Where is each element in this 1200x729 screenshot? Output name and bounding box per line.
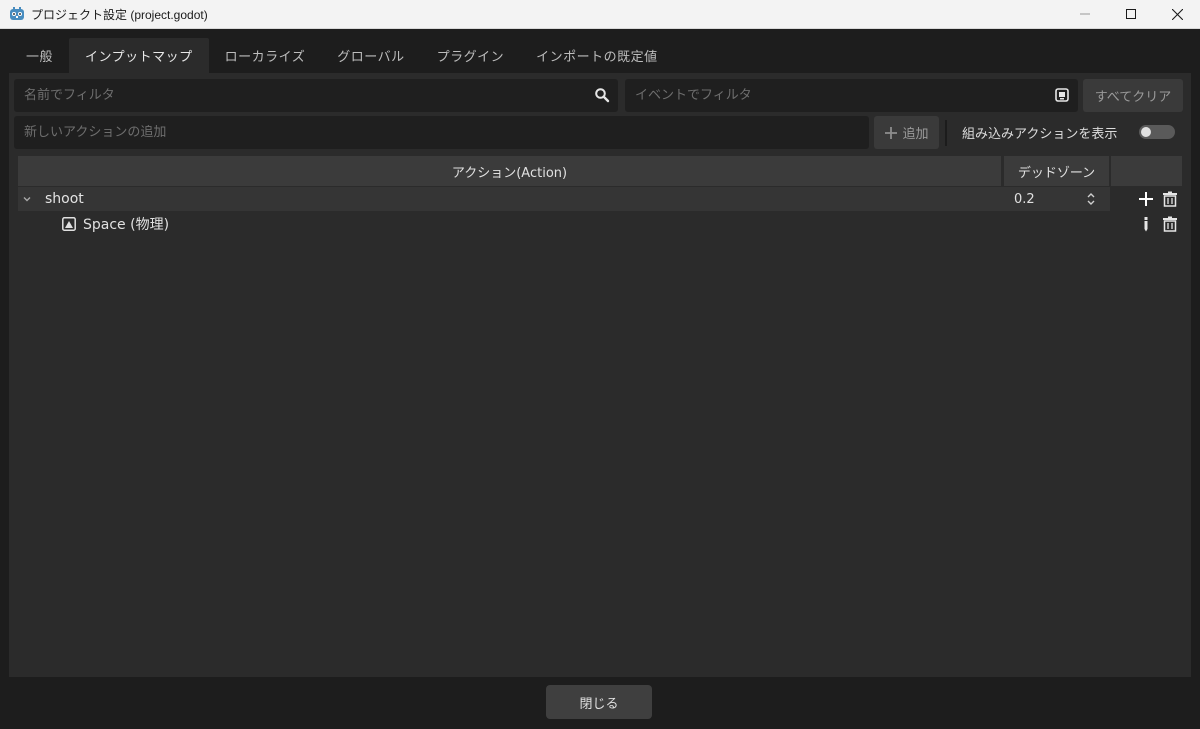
tab-import-defaults[interactable]: インポートの既定値 bbox=[520, 38, 674, 73]
tab-input-map[interactable]: インプットマップ bbox=[69, 38, 209, 73]
name-filter-field[interactable] bbox=[14, 79, 618, 112]
clear-all-button[interactable]: すべてクリア bbox=[1083, 79, 1183, 112]
edit-event-button[interactable] bbox=[1137, 215, 1155, 233]
close-dialog-button[interactable]: 閉じる bbox=[546, 685, 652, 719]
tab-localization[interactable]: ローカライズ bbox=[209, 38, 322, 73]
godot-app-icon bbox=[10, 7, 24, 20]
toolbar-separator bbox=[945, 120, 947, 146]
add-event-button[interactable] bbox=[1137, 190, 1155, 208]
event-filter-input[interactable] bbox=[635, 88, 1078, 103]
trash-icon bbox=[1163, 216, 1177, 232]
action-name[interactable]: shoot bbox=[45, 187, 84, 211]
window-controls bbox=[1062, 0, 1200, 28]
trash-icon bbox=[1163, 191, 1177, 207]
maximize-button[interactable] bbox=[1108, 0, 1154, 28]
title-bar: プロジェクト設定 (project.godot) bbox=[0, 0, 1200, 29]
event-type-icon-cell bbox=[62, 212, 76, 236]
plus-icon bbox=[885, 126, 898, 139]
column-header-buttons bbox=[1111, 156, 1182, 186]
tab-bar: 一般 インプットマップ ローカライズ グローバル プラグイン インポートの既定値 bbox=[0, 29, 1200, 73]
add-action-button[interactable]: 追加 bbox=[874, 116, 939, 149]
close-window-button[interactable] bbox=[1154, 0, 1200, 28]
new-action-input[interactable] bbox=[24, 125, 869, 140]
new-action-field[interactable] bbox=[14, 116, 869, 149]
keyboard-physical-icon bbox=[62, 217, 76, 231]
show-builtin-label: 組み込みアクションを表示 bbox=[962, 127, 1118, 142]
plus-icon bbox=[1139, 192, 1153, 206]
event-filter-field[interactable] bbox=[625, 79, 1078, 112]
keyboard-listen-icon[interactable] bbox=[1054, 87, 1070, 103]
deadzone-spinbox[interactable]: 0.2 bbox=[1014, 187, 1098, 211]
tree-header: アクション(Action) デッドゾーン bbox=[18, 156, 1182, 186]
minimize-icon bbox=[1080, 13, 1090, 15]
tab-general[interactable]: 一般 bbox=[10, 38, 69, 73]
column-header-deadzone: デッドゾーン bbox=[1004, 156, 1109, 186]
column-header-action: アクション(Action) bbox=[18, 156, 1001, 186]
toggle-knob bbox=[1141, 127, 1151, 137]
minimize-button[interactable] bbox=[1062, 0, 1108, 28]
spin-arrows-icon[interactable] bbox=[1086, 192, 1096, 206]
window-title: プロジェクト設定 (project.godot) bbox=[31, 7, 208, 22]
name-filter-input[interactable] bbox=[24, 88, 618, 103]
remove-action-button[interactable] bbox=[1161, 190, 1179, 208]
chevron-down-icon bbox=[23, 197, 31, 202]
event-row[interactable]: Space (物理) bbox=[18, 212, 1182, 236]
close-icon bbox=[1171, 8, 1183, 20]
action-row[interactable]: shoot 0.2 bbox=[18, 187, 1182, 211]
tab-globals[interactable]: グローバル bbox=[321, 38, 420, 73]
event-label[interactable]: Space (物理) bbox=[83, 212, 169, 236]
search-icon bbox=[595, 88, 610, 103]
deadzone-value[interactable]: 0.2 bbox=[1014, 192, 1035, 207]
input-map-panel: すべてクリア 追加 組み込みアクションを表示 アクション(Action) デッド… bbox=[9, 73, 1191, 677]
pencil-icon bbox=[1144, 217, 1148, 232]
add-action-label: 追加 bbox=[902, 127, 929, 142]
maximize-icon bbox=[1126, 9, 1136, 19]
collapse-arrow[interactable] bbox=[22, 187, 36, 211]
remove-event-button[interactable] bbox=[1161, 215, 1179, 233]
show-builtin-toggle[interactable] bbox=[1139, 125, 1175, 139]
tab-plugins[interactable]: プラグイン bbox=[421, 38, 521, 73]
